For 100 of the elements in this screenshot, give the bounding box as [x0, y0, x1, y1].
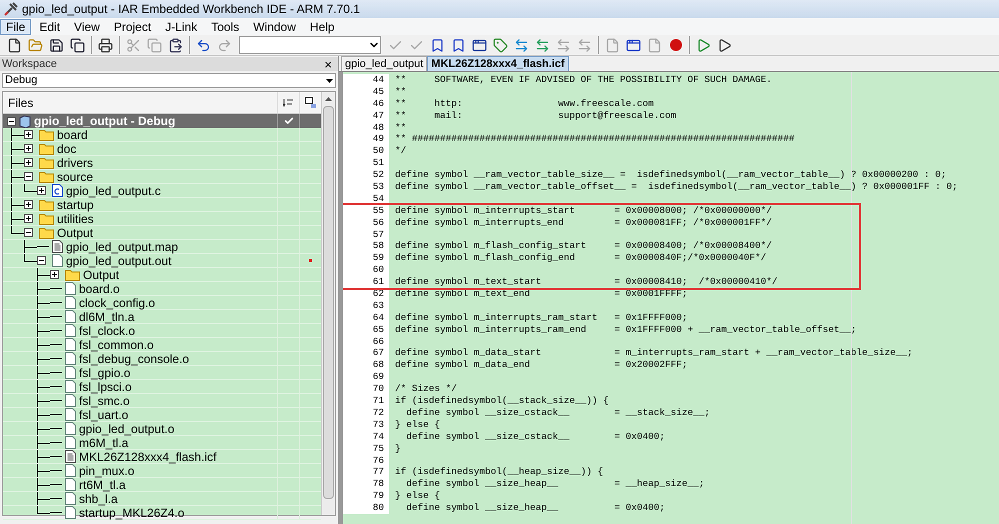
menu-item[interactable]: Edit: [33, 18, 66, 34]
line-number: 44: [343, 74, 389, 86]
code-line: /* Sizes */: [394, 383, 457, 396]
tree-item[interactable]: gpio_led_output.out: [66, 254, 172, 268]
menu-item[interactable]: Project: [108, 18, 158, 34]
toolbar-combo-field[interactable]: [239, 36, 381, 54]
arrows-icon: [577, 38, 592, 52]
tree-item[interactable]: fsl_clock.o: [79, 324, 136, 338]
menu-item[interactable]: J-Link: [159, 18, 204, 34]
file-icon: [65, 408, 76, 421]
tree-item[interactable]: board: [57, 128, 88, 142]
save-all-icon: [70, 38, 85, 52]
file-icon: [65, 352, 76, 365]
tree-item[interactable]: fsl_common.o: [79, 338, 154, 352]
menu-item[interactable]: Tools: [205, 18, 246, 34]
tree-item[interactable]: gpio_led_output.o: [79, 422, 174, 436]
tree-item[interactable]: m6M_tl.a: [79, 436, 128, 450]
menu-item[interactable]: File: [0, 18, 32, 34]
expand-toggle[interactable]: [24, 158, 33, 167]
undo-icon: [196, 38, 211, 52]
menu-item[interactable]: Window: [247, 18, 302, 34]
editor-tab[interactable]: gpio_led_output: [341, 56, 428, 71]
tree-item[interactable]: fsl_uart.o: [79, 408, 128, 422]
tree-item[interactable]: gpio_led_output.c: [66, 184, 161, 198]
collapse-toggle[interactable]: [24, 228, 33, 237]
tree-item[interactable]: dl6M_tln.a: [79, 310, 134, 324]
code-editor[interactable]: [339, 72, 999, 524]
code-line: define symbol m_flash_config_end = 0x0000840F;/*0x0000040F*/: [394, 252, 766, 264]
expand-toggle[interactable]: [24, 144, 33, 153]
tree-item[interactable]: MKL26Z128xxx4_flash.icf: [79, 450, 216, 464]
menu-item[interactable]: View: [68, 18, 106, 34]
collapse-toggle[interactable]: [7, 116, 16, 126]
open-folder-icon: [28, 38, 43, 52]
folder-icon: [65, 268, 80, 280]
line-number: 73: [343, 418, 389, 431]
document-icon: [52, 240, 63, 253]
code-line: define symbol m_flash_config_start = 0x00008400; /*0x00008400*/: [394, 240, 772, 252]
tree-item[interactable]: fsl_smc.o: [79, 394, 130, 408]
tree-item[interactable]: board.o: [79, 282, 120, 296]
workspace-title: Workspace: [2, 56, 57, 72]
expand-toggle[interactable]: [24, 214, 33, 223]
arrows-icon: [535, 38, 550, 52]
editor-tab[interactable]: MKL26Z128xxx4_flash.icf: [427, 56, 569, 71]
cube-icon: [19, 114, 31, 128]
code-line: */: [394, 145, 406, 158]
line-number: 68: [343, 359, 389, 372]
tree-row[interactable]: gpio_led_output - Debug: [3, 114, 321, 128]
folder-icon: [39, 170, 54, 182]
tree-item[interactable]: pin_mux.o: [79, 464, 134, 478]
tree-item[interactable]: fsl_debug_console.o: [79, 352, 190, 366]
line-number: 64: [343, 312, 389, 324]
line-number: 55: [343, 204, 389, 217]
expand-toggle[interactable]: [24, 200, 33, 209]
file-icon: [65, 506, 76, 519]
file-icon: [65, 380, 76, 393]
tree-item[interactable]: fsl_gpio.o: [79, 366, 130, 380]
save-icon: [49, 38, 64, 52]
code-line: define symbol m_interrupts_ram_start = 0x1FFFF000;: [394, 312, 688, 324]
tree-item[interactable]: startup_MKL26Z4.o: [79, 506, 184, 520]
code-line: **: [394, 86, 406, 98]
file-icon: [65, 282, 76, 295]
tree-item[interactable]: utilities: [57, 212, 94, 226]
line-number: 80: [343, 502, 389, 514]
window-icon: [472, 38, 487, 52]
code-line: define symbol m_text_start = 0x00008410; /*0x00000410*/: [394, 276, 778, 288]
bookmark-icon: [430, 38, 445, 52]
tree-item[interactable]: gpio_led_output.map: [66, 240, 178, 254]
file-icon: [65, 296, 76, 309]
expand-toggle[interactable]: [37, 186, 46, 195]
line-number: 78: [343, 478, 389, 490]
tree-item[interactable]: startup: [57, 198, 94, 212]
expand-toggle[interactable]: [50, 270, 59, 279]
expand-toggle[interactable]: [24, 130, 33, 139]
tree-item[interactable]: Output: [57, 226, 94, 240]
menu-item[interactable]: Help: [304, 18, 341, 34]
file-icon: [65, 324, 76, 337]
scrollbar[interactable]: [321, 92, 335, 515]
line-number: 45: [343, 86, 389, 98]
tree-item[interactable]: shb_l.a: [79, 492, 118, 506]
options-icon[interactable]: [304, 97, 316, 108]
close-button[interactable]: ×: [320, 58, 336, 70]
tree-item[interactable]: Output: [83, 268, 120, 282]
tree-item[interactable]: rt6M_tl.a: [79, 478, 126, 492]
configuration-dropdown[interactable]: Debug: [2, 73, 336, 88]
tree-item[interactable]: doc: [57, 142, 76, 156]
scrollbar-thumb[interactable]: [323, 106, 334, 499]
printer-icon: [98, 38, 113, 52]
tree-item[interactable]: source: [57, 170, 94, 184]
tree-item[interactable]: clock_config.o: [79, 296, 156, 310]
collapse-toggle[interactable]: [37, 256, 46, 265]
tree-item[interactable]: drivers: [57, 156, 94, 170]
collapse-toggle[interactable]: [24, 172, 33, 181]
sort-list-icon[interactable]: [283, 98, 294, 108]
project-label: gpio_led_output - Debug: [34, 113, 176, 130]
redo-icon: [217, 38, 232, 52]
line-number: 69: [343, 371, 389, 384]
line-number: 52: [343, 169, 389, 182]
tree-item[interactable]: fsl_lpsci.o: [79, 380, 132, 394]
file-icon: [52, 254, 63, 267]
code-line: define symbol __size_heap__ = 0x0400;: [405, 502, 666, 514]
